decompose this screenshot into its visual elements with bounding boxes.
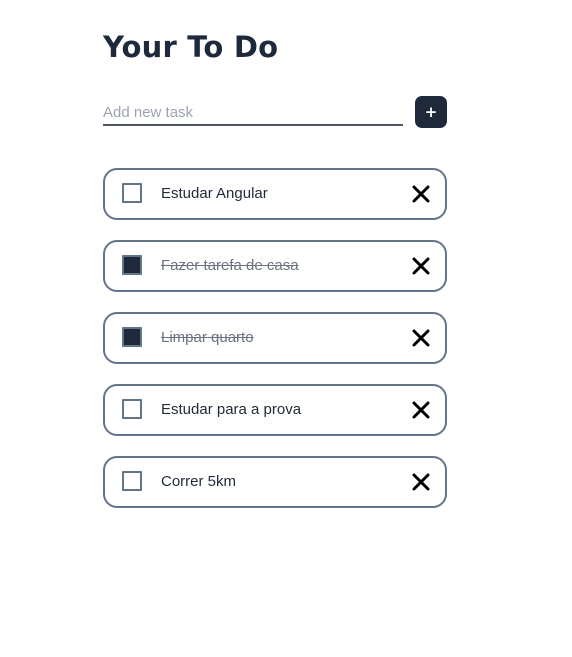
task-label: Correr 5km [161, 473, 237, 490]
close-icon[interactable] [412, 401, 430, 419]
task-label: Estudar Angular [161, 185, 268, 202]
task-checkbox[interactable] [122, 255, 142, 275]
close-icon[interactable] [412, 257, 430, 275]
task-item: Estudar para a prova [103, 384, 447, 436]
task-list: Estudar Angular Fazer tarefa de casa Lim… [103, 168, 447, 528]
task-item: Estudar Angular [103, 168, 447, 220]
task-label: Limpar quarto [161, 329, 254, 346]
task-label: Fazer tarefa de casa [161, 257, 299, 274]
close-icon[interactable] [412, 329, 430, 347]
add-task-button[interactable]: + [415, 96, 447, 128]
task-item: Correr 5km [103, 456, 447, 508]
task-checkbox[interactable] [122, 471, 142, 491]
task-item: Limpar quarto [103, 312, 447, 364]
task-checkbox[interactable] [122, 399, 142, 419]
add-task-form: + [103, 96, 447, 128]
close-icon[interactable] [412, 473, 430, 491]
todo-app: Your To Do + Estudar Angular Fazer taref… [0, 0, 572, 657]
task-checkbox[interactable] [122, 327, 142, 347]
close-icon[interactable] [412, 185, 430, 203]
new-task-input[interactable] [103, 100, 403, 126]
task-label: Estudar para a prova [161, 401, 302, 418]
page-title: Your To Do [103, 30, 279, 64]
task-checkbox[interactable] [122, 183, 142, 203]
task-item: Fazer tarefa de casa [103, 240, 447, 292]
